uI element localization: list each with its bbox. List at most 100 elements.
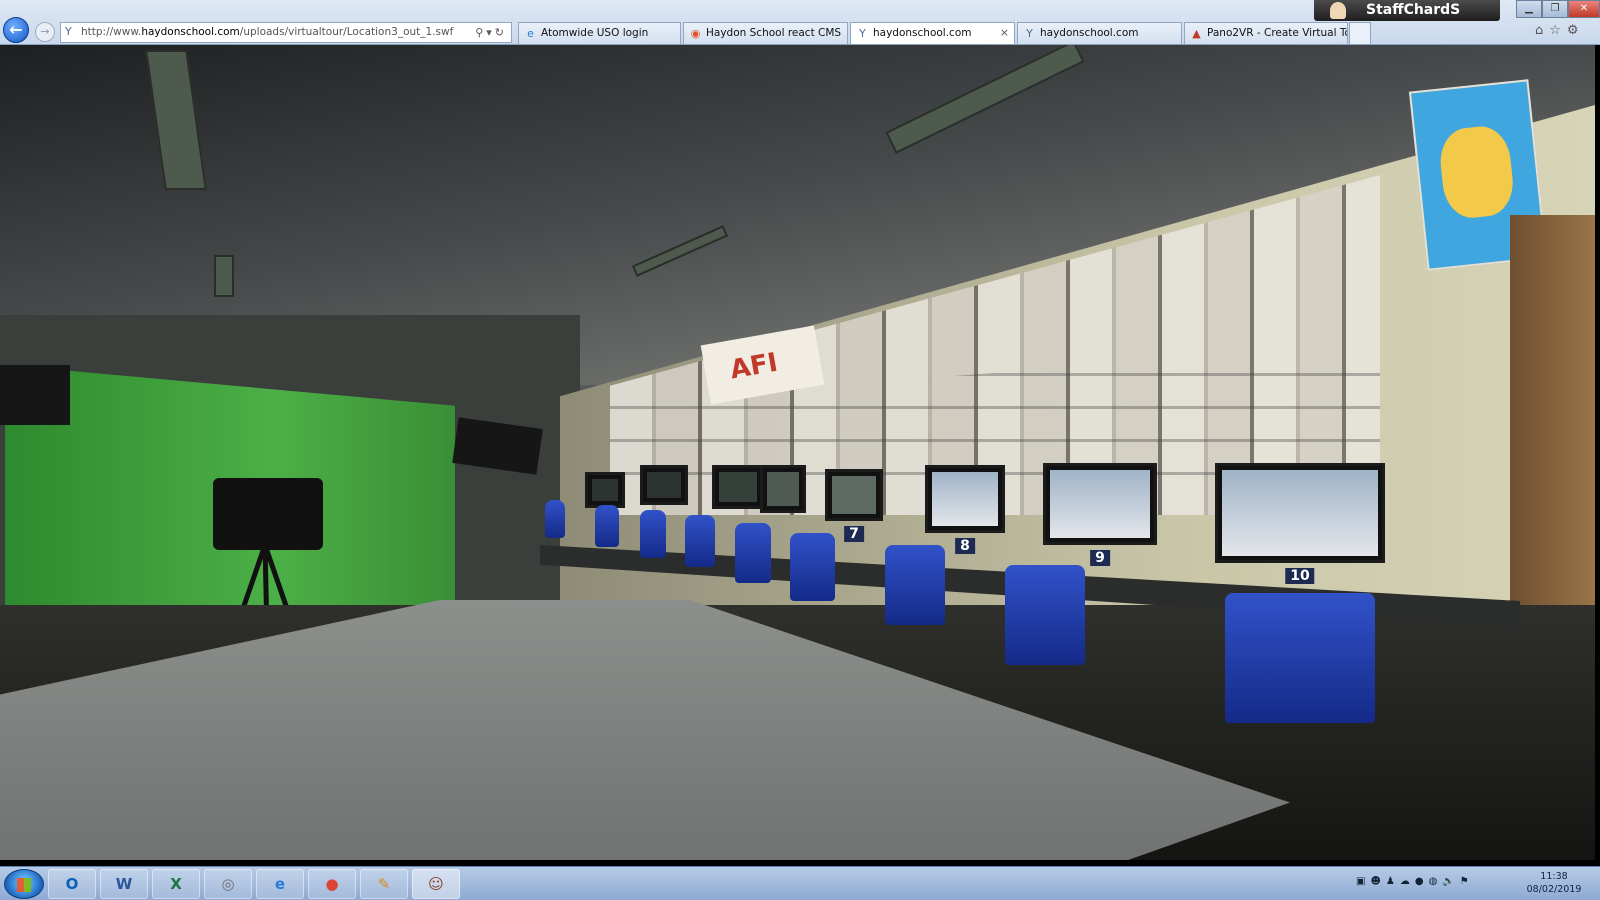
close-icon[interactable]: × [1000,23,1009,43]
panorama-viewport[interactable]: AFI 7 8 9 10 + − ← → ↑ ↓ ⟳ ⛶ ⛉ clevrbox [0,45,1595,860]
taskbar-media[interactable]: ◎ [204,869,252,899]
monitor-number: 10 [1285,568,1315,584]
new-tab-button[interactable] [1349,22,1371,44]
monitor [640,465,688,505]
user-badge: StaffChardS [1314,0,1500,21]
minimize-icon: ▁ [1525,3,1533,14]
chair [640,510,666,558]
status-icon[interactable]: ● [1415,876,1429,887]
tab-pano2vr[interactable]: ▲ Pano2VR - Create Virtual Tour... [1184,22,1348,44]
ie-icon: e [274,875,286,893]
gear-icon[interactable]: ⚙ [1567,23,1585,38]
tab-haydonschool-active[interactable]: Y haydonschool.com × [850,22,1015,44]
monitor-10: 10 [1215,463,1385,584]
poster-text: AFI [727,347,780,386]
monitor [760,465,806,513]
browser-chrome: ← → Y http://www.haydonschool.com/upload… [0,0,1600,45]
monitor-screen [767,472,799,506]
taskbar-paint[interactable]: ✎ [360,869,408,899]
chair [885,545,945,625]
arrow-right-icon: → [40,25,50,38]
clock-time: 11:38 [1540,871,1568,882]
tab-atomwide[interactable]: e Atomwide USO login [518,22,681,44]
chrome-icon: ● [325,875,339,893]
favorites-star-icon[interactable]: ☆ [1549,23,1567,38]
monitor-9: 9 [1043,463,1157,566]
clock[interactable]: 11:38 08/02/2019 [1518,870,1590,898]
forward-button[interactable]: → [35,22,55,42]
address-tools: ⚲▾↻ [475,23,507,42]
site-favicon-icon: Y [1026,27,1033,40]
search-icon[interactable]: ⚲ [475,26,486,39]
monitor-8: 8 [925,465,1005,554]
outlook-icon: O [65,875,79,893]
excel-icon: X [170,875,182,893]
monitor-7: 7 [825,469,883,542]
chair [1225,593,1375,723]
tab-label: haydonschool.com [873,27,972,39]
chair [1005,565,1085,665]
back-button[interactable]: ← [3,17,29,43]
antivirus-icon[interactable]: ◍ [1429,876,1443,887]
monitor [585,472,625,508]
ceiling-light [214,255,234,297]
system-tray: ▣☻♟☁●◍🔈⚑ [1356,876,1516,892]
restore-icon: ❐ [1550,3,1560,14]
maximize-button[interactable]: ❐ [1542,0,1568,18]
chair [595,505,619,547]
studio-light [0,365,70,425]
user-tray-icon[interactable]: ♟ [1386,876,1400,887]
chair [685,515,715,567]
tab-haydon-cms[interactable]: ◉ Haydon School react CMS [683,22,848,44]
address-host: haydonschool.com [141,26,240,38]
paint-icon: ✎ [377,875,391,893]
taskbar-ie[interactable]: e [256,869,304,899]
chair [735,523,771,583]
taskbar-user-app[interactable]: ☺ [412,869,460,899]
monitor-screen [1050,470,1150,538]
monitor-number: 7 [844,526,864,542]
tab-haydonschool[interactable]: Y haydonschool.com [1017,22,1182,44]
chair [545,500,565,538]
cms-icon: ◉ [690,27,701,40]
network-icon[interactable]: ☁ [1400,876,1415,887]
monitor-screen [647,472,681,498]
chair [790,533,835,601]
home-icon[interactable]: ⌂ [1535,23,1549,38]
taskbar-outlook[interactable]: O [48,869,96,899]
monitor-screen [592,479,618,501]
user-name: StaffChardS [1366,2,1461,18]
taskbar-chrome[interactable]: ● [308,869,356,899]
taskbar: O W X ◎ e ● ✎ ☺ ▣☻♟☁●◍🔈⚑ 11:38 08/02/201… [0,866,1600,900]
clock-date: 08/02/2019 [1526,884,1582,895]
taskbar-excel[interactable]: X [152,869,200,899]
monitor-screen [932,472,998,526]
monitor [712,465,764,509]
tab-label: Haydon School react CMS [706,27,842,39]
address-path: /uploads/virtualtour/Location3_out_1.swf [239,26,454,38]
monitor-number: 9 [1090,550,1110,566]
tab-label: Atomwide USO login [541,27,649,39]
media-icon: ◎ [221,875,235,893]
start-button[interactable] [4,869,44,899]
user-app-icon: ☺ [428,875,444,893]
monitor-screen [1222,470,1378,556]
minimize-button[interactable]: ▁ [1516,0,1542,18]
close-window-button[interactable]: ✕ [1568,0,1600,18]
monitor-screen [719,472,757,502]
refresh-icon[interactable]: ↻ [495,26,507,39]
action-center-icon[interactable]: ⚑ [1460,876,1474,887]
volume-icon[interactable]: 🔈 [1442,876,1459,887]
dropdown-icon[interactable]: ▾ [486,26,495,39]
site-favicon-icon: Y [859,27,866,40]
outlook-tray-icon[interactable]: ▣ [1356,876,1370,887]
people-icon[interactable]: ☻ [1370,876,1385,887]
browser-toolbar-icons: ⌂☆⚙ [1535,23,1597,41]
monitor-number: 8 [955,538,975,554]
tab-label: Pano2VR - Create Virtual Tour... [1207,27,1347,39]
tab-label: haydonschool.com [1040,27,1139,39]
taskbar-word[interactable]: W [100,869,148,899]
close-icon: ✕ [1579,3,1589,14]
address-bar[interactable]: Y http://www.haydonschool.com/uploads/vi… [60,22,512,43]
site-favicon-icon: Y [65,25,72,38]
